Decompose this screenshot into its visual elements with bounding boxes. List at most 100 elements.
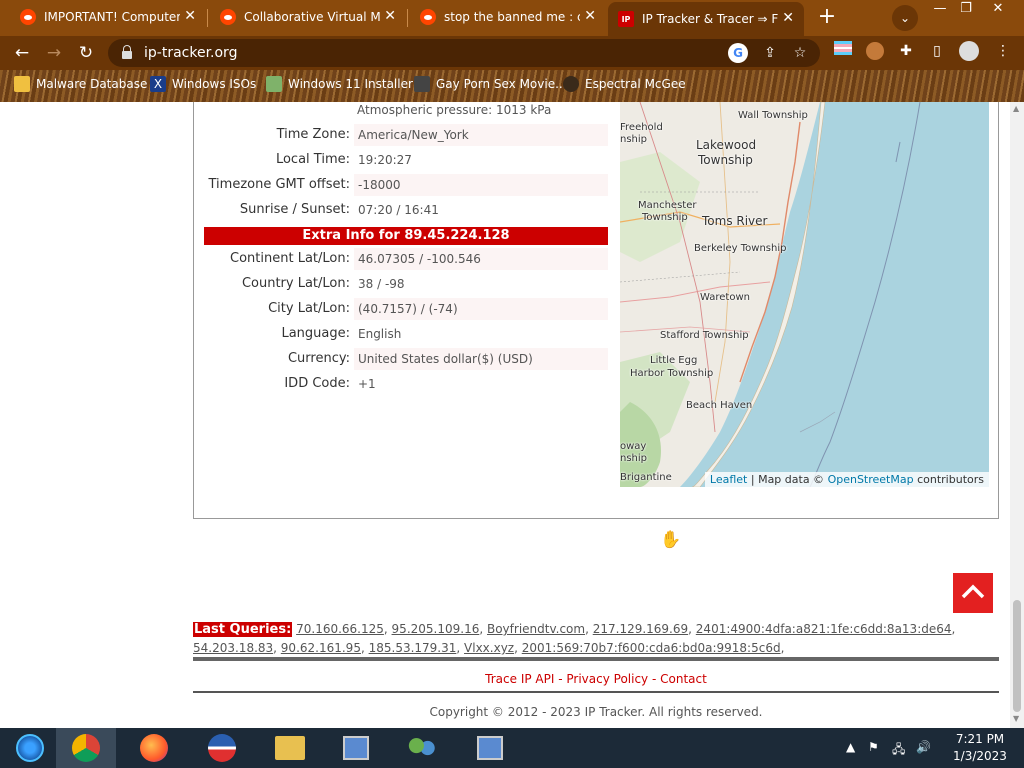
location-map[interactable]: Freehold nship Wall Township Lakewood To…: [620, 102, 989, 487]
close-icon[interactable]: ✕: [584, 8, 596, 24]
row-value: 07:20 / 16:41: [358, 203, 439, 217]
map-label: Harbor Township: [630, 368, 714, 379]
tab-ip-tracker[interactable]: IP IP Tracker & Tracer ⇒ Fi... ✕: [608, 2, 804, 36]
openstreetmap-link[interactable]: OpenStreetMap: [828, 473, 914, 486]
google-lens-icon[interactable]: G: [728, 43, 748, 63]
row-value: English: [358, 327, 402, 341]
start-button[interactable]: [0, 728, 60, 768]
query-link[interactable]: 217.129.169.69: [593, 622, 688, 636]
contact-link[interactable]: Contact: [660, 672, 707, 686]
extension-avatar-icon[interactable]: [864, 40, 886, 62]
row-value: (40.7157) / (-74): [354, 298, 608, 320]
taskbar-obama[interactable]: [192, 728, 252, 768]
profile-icon: [563, 76, 579, 92]
back-to-top-button[interactable]: [953, 573, 993, 613]
scroll-down-icon[interactable]: ▼: [1013, 714, 1019, 723]
file-explorer-icon: [275, 736, 305, 760]
row-label: Currency:: [287, 351, 350, 366]
minimize-button[interactable]: —: [928, 2, 952, 18]
network-icon[interactable]: 🖧: [892, 740, 905, 761]
row-currency: Currency: United States dollar($) (USD): [204, 348, 608, 370]
close-icon[interactable]: ✕: [782, 10, 794, 26]
map-label: nship: [620, 453, 648, 464]
scrollbar-thumb[interactable]: [1013, 600, 1021, 712]
bookmark-espectral-mcgee[interactable]: Espectral McGee: [563, 76, 686, 92]
bookmark-windows-11-installer[interactable]: Windows 11 Installer: [266, 76, 413, 92]
windows-orb-icon: [16, 734, 44, 762]
query-link[interactable]: 2401:4900:4dfa:a821:1fe:c6dd:8a13:de64: [696, 622, 952, 636]
footer-divider-thin: [193, 691, 999, 693]
footer-divider: [193, 657, 999, 661]
tab-reddit-1[interactable]: IMPORTANT! Computer... ✕: [10, 0, 206, 34]
row-continent-latlon: Continent Lat/Lon: 46.07305 / -100.546: [204, 248, 608, 270]
query-link[interactable]: 185.53.179.31: [369, 641, 457, 655]
extensions-puzzle-icon[interactable]: ✚: [895, 40, 917, 62]
query-link[interactable]: 95.205.109.16: [392, 622, 480, 636]
reload-button[interactable]: ↻: [74, 41, 98, 65]
tab-title: stop the banned me : colla...: [444, 10, 580, 24]
action-center-flag-icon[interactable]: ⚑: [868, 740, 879, 754]
taskbar-file-explorer[interactable]: [260, 728, 320, 768]
map-label: Beach Haven: [686, 400, 753, 411]
profile-icon[interactable]: [958, 40, 980, 62]
network-tool-icon: [477, 736, 503, 760]
chrome-icon: [72, 734, 100, 762]
extension-flag-icon[interactable]: [832, 40, 854, 62]
restore-button[interactable]: ❐: [954, 2, 978, 18]
forward-button[interactable]: →: [42, 41, 66, 65]
row-label: Timezone GMT offset:: [208, 177, 350, 192]
query-link[interactable]: 90.62.161.95: [281, 641, 361, 655]
page-scrollbar[interactable]: ▲ ▼: [1010, 102, 1024, 728]
taskbar-network-tool-2[interactable]: [460, 728, 520, 768]
bookmark-windows-isos[interactable]: X Windows ISOs: [150, 76, 256, 92]
new-tab-button[interactable]: +: [815, 6, 839, 30]
tab-search-button[interactable]: ⌄: [892, 5, 918, 31]
row-label: Local Time:: [275, 152, 350, 167]
back-button[interactable]: ←: [10, 41, 34, 65]
tab-reddit-2[interactable]: Collaborative Virtual Mach... ✕: [210, 0, 406, 34]
share-icon[interactable]: ⇪: [760, 43, 780, 63]
bookmark-label: Espectral McGee: [585, 77, 686, 91]
taskbar-chrome[interactable]: [56, 728, 116, 768]
map-attribution: Leaflet | Map data © OpenStreetMap contr…: [704, 472, 989, 487]
leaflet-link[interactable]: Leaflet: [710, 473, 747, 486]
side-panel-icon[interactable]: ▯: [926, 40, 948, 62]
map-label: Lakewood: [696, 138, 757, 152]
system-clock[interactable]: 7:21 PM 1/3/2023: [940, 731, 1020, 765]
map-label: Manchester: [638, 200, 697, 211]
show-hidden-icons-icon[interactable]: ▲: [846, 740, 855, 754]
lock-icon[interactable]: [122, 45, 132, 59]
trace-ip-api-link[interactable]: Trace IP API: [485, 672, 554, 686]
x-icon: X: [150, 76, 166, 92]
query-link[interactable]: Boyfriendtv.com: [487, 622, 585, 636]
taskbar-firefox[interactable]: [124, 728, 184, 768]
taskbar-network-tool[interactable]: [326, 728, 386, 768]
close-icon[interactable]: ✕: [184, 8, 196, 24]
close-icon[interactable]: ✕: [384, 8, 396, 24]
bookmark-star-icon[interactable]: ☆: [790, 43, 810, 63]
last-queries: Last Queries: 70.160.66.125, 95.205.109.…: [193, 622, 956, 655]
query-link[interactable]: 2001:569:70b7:f600:cda6:bd0a:9918:5c6d: [522, 641, 781, 655]
menu-kebab-icon[interactable]: ⋮: [992, 40, 1014, 62]
url-text[interactable]: ip-tracker.org: [144, 45, 237, 61]
bookmark-malware-database[interactable]: Malware Database: [14, 76, 147, 92]
attribution-text: | Map data ©: [750, 473, 825, 486]
map-label: Waretown: [700, 292, 750, 303]
address-bar[interactable]: ip-tracker.org G ⇪ ☆: [108, 39, 820, 67]
volume-icon[interactable]: 🔊: [916, 740, 931, 754]
scroll-up-icon[interactable]: ▲: [1013, 104, 1019, 113]
map-label: oway: [620, 441, 647, 452]
close-window-button[interactable]: ✕: [986, 2, 1010, 18]
privacy-policy-link[interactable]: Privacy Policy: [566, 672, 648, 686]
query-link[interactable]: 70.160.66.125: [296, 622, 384, 636]
tab-reddit-3[interactable]: stop the banned me : colla... ✕: [410, 0, 606, 34]
taskbar-users[interactable]: [392, 728, 452, 768]
query-link[interactable]: Vlxx.xyz: [464, 641, 514, 655]
query-link[interactable]: 54.203.18.83: [193, 641, 273, 655]
reddit-icon: [20, 9, 36, 25]
map-label: Toms River: [702, 214, 768, 228]
row-label: Language:: [281, 326, 350, 341]
row-value: 19:20:27: [358, 153, 412, 167]
bookmark-site[interactable]: Gay Porn Sex Movie...: [414, 76, 567, 92]
row-language: Language: English: [204, 323, 608, 345]
